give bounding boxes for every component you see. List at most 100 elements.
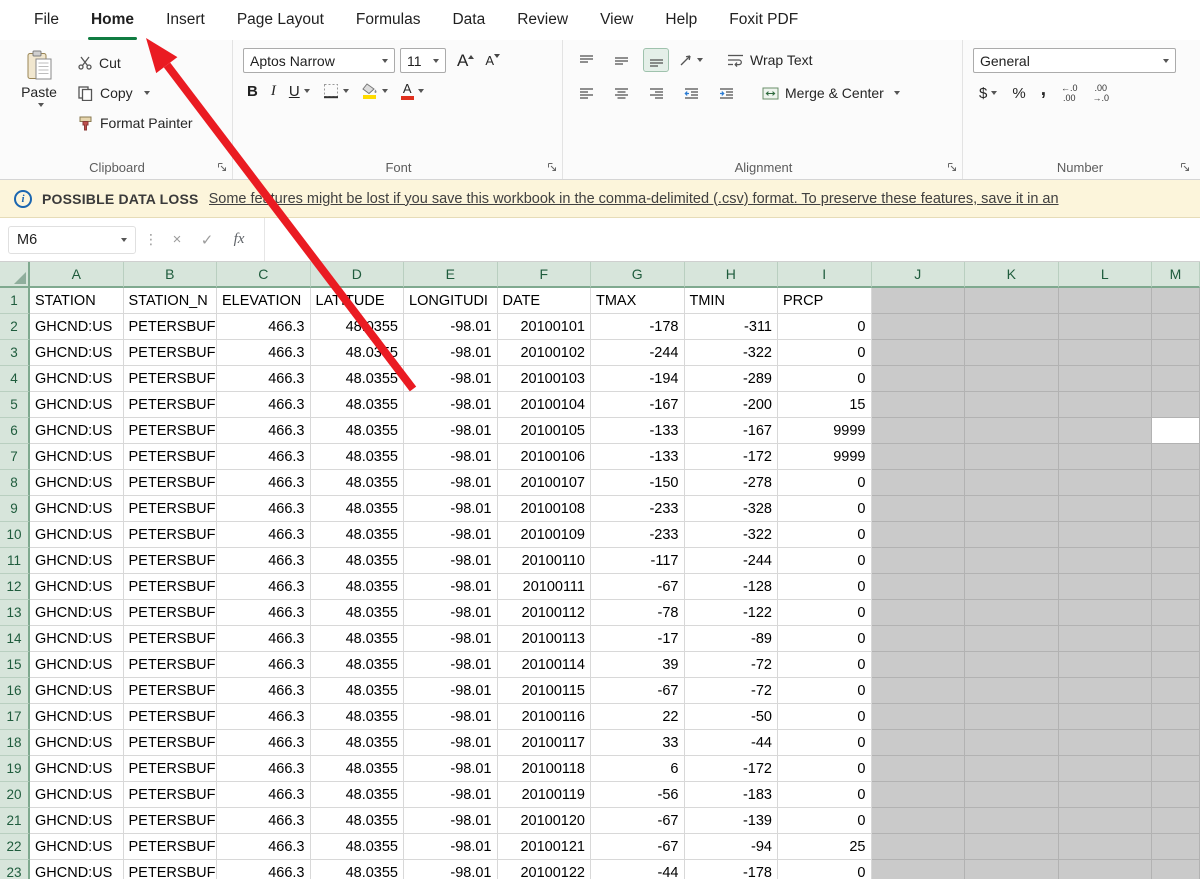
cell-C1[interactable]: ELEVATION <box>217 288 311 314</box>
cell-K16[interactable] <box>965 678 1059 704</box>
cell-A15[interactable]: GHCND:US <box>30 652 124 678</box>
cell-J5[interactable] <box>872 392 966 418</box>
cell-C11[interactable]: 466.3 <box>217 548 311 574</box>
row-header-9[interactable]: 9 <box>0 496 30 522</box>
cell-F19[interactable]: 20100118 <box>498 756 592 782</box>
cell-C17[interactable]: 466.3 <box>217 704 311 730</box>
cell-B17[interactable]: PETERSBUF <box>124 704 218 730</box>
cell-B5[interactable]: PETERSBUF <box>124 392 218 418</box>
decrease-indent-button[interactable] <box>678 81 704 105</box>
cell-A12[interactable]: GHCND:US <box>30 574 124 600</box>
decrease-font-size-button[interactable]: A <box>485 53 500 68</box>
cell-B20[interactable]: PETERSBUF <box>124 782 218 808</box>
row-header-7[interactable]: 7 <box>0 444 30 470</box>
cell-A17[interactable]: GHCND:US <box>30 704 124 730</box>
cell-J4[interactable] <box>872 366 966 392</box>
cell-I10[interactable]: 0 <box>778 522 872 548</box>
cell-J1[interactable] <box>872 288 966 314</box>
cell-D1[interactable]: LATITUDE <box>311 288 405 314</box>
cell-D17[interactable]: 48.0355 <box>311 704 405 730</box>
cell-F12[interactable]: 20100111 <box>498 574 592 600</box>
cell-L22[interactable] <box>1059 834 1153 860</box>
cell-F4[interactable]: 20100103 <box>498 366 592 392</box>
row-header-17[interactable]: 17 <box>0 704 30 730</box>
cell-E8[interactable]: -98.01 <box>404 470 498 496</box>
cell-F3[interactable]: 20100102 <box>498 340 592 366</box>
cell-B7[interactable]: PETERSBUF <box>124 444 218 470</box>
cell-H11[interactable]: -244 <box>685 548 779 574</box>
cell-K17[interactable] <box>965 704 1059 730</box>
row-header-5[interactable]: 5 <box>0 392 30 418</box>
cell-J17[interactable] <box>872 704 966 730</box>
cell-A11[interactable]: GHCND:US <box>30 548 124 574</box>
column-header-A[interactable]: A <box>30 262 124 288</box>
cell-H9[interactable]: -328 <box>685 496 779 522</box>
cell-A18[interactable]: GHCND:US <box>30 730 124 756</box>
cell-K8[interactable] <box>965 470 1059 496</box>
bold-button[interactable]: B <box>247 83 258 100</box>
cell-H2[interactable]: -311 <box>685 314 779 340</box>
cell-M13[interactable] <box>1152 600 1200 626</box>
row-header-8[interactable]: 8 <box>0 470 30 496</box>
cell-D16[interactable]: 48.0355 <box>311 678 405 704</box>
cell-J11[interactable] <box>872 548 966 574</box>
cell-C12[interactable]: 466.3 <box>217 574 311 600</box>
column-header-G[interactable]: G <box>591 262 685 288</box>
cell-L5[interactable] <box>1059 392 1153 418</box>
cell-F10[interactable]: 20100109 <box>498 522 592 548</box>
cell-K14[interactable] <box>965 626 1059 652</box>
column-header-E[interactable]: E <box>404 262 498 288</box>
cell-B6[interactable]: PETERSBUF <box>124 418 218 444</box>
cell-I23[interactable]: 0 <box>778 860 872 879</box>
orientation-button[interactable] <box>678 48 704 72</box>
cell-L11[interactable] <box>1059 548 1153 574</box>
cell-H10[interactable]: -322 <box>685 522 779 548</box>
cell-C18[interactable]: 466.3 <box>217 730 311 756</box>
cell-A21[interactable]: GHCND:US <box>30 808 124 834</box>
row-header-21[interactable]: 21 <box>0 808 30 834</box>
column-header-M[interactable]: M <box>1152 262 1200 288</box>
cell-D6[interactable]: 48.0355 <box>311 418 405 444</box>
cell-E23[interactable]: -98.01 <box>404 860 498 879</box>
cell-B23[interactable]: PETERSBUF <box>124 860 218 879</box>
cell-I6[interactable]: 9999 <box>778 418 872 444</box>
cell-J19[interactable] <box>872 756 966 782</box>
underline-button[interactable]: U <box>289 83 310 100</box>
cell-I18[interactable]: 0 <box>778 730 872 756</box>
cell-H13[interactable]: -122 <box>685 600 779 626</box>
cell-I7[interactable]: 9999 <box>778 444 872 470</box>
tab-help[interactable]: Help <box>649 0 713 40</box>
cell-F9[interactable]: 20100108 <box>498 496 592 522</box>
column-header-F[interactable]: F <box>498 262 592 288</box>
cell-I19[interactable]: 0 <box>778 756 872 782</box>
cell-H23[interactable]: -178 <box>685 860 779 879</box>
cell-I16[interactable]: 0 <box>778 678 872 704</box>
cell-H16[interactable]: -72 <box>685 678 779 704</box>
cell-C14[interactable]: 466.3 <box>217 626 311 652</box>
column-header-J[interactable]: J <box>872 262 966 288</box>
font-dialog-launcher-icon[interactable] <box>547 162 557 172</box>
cell-I14[interactable]: 0 <box>778 626 872 652</box>
enter-icon[interactable]: ✓ <box>196 231 218 249</box>
percent-style-button[interactable]: % <box>1012 85 1025 102</box>
cell-H18[interactable]: -44 <box>685 730 779 756</box>
cell-H3[interactable]: -322 <box>685 340 779 366</box>
cell-L17[interactable] <box>1059 704 1153 730</box>
cell-B10[interactable]: PETERSBUF <box>124 522 218 548</box>
column-header-K[interactable]: K <box>965 262 1059 288</box>
cell-F21[interactable]: 20100120 <box>498 808 592 834</box>
cell-E13[interactable]: -98.01 <box>404 600 498 626</box>
cell-J9[interactable] <box>872 496 966 522</box>
cell-K15[interactable] <box>965 652 1059 678</box>
cell-L18[interactable] <box>1059 730 1153 756</box>
middle-align-button[interactable] <box>608 48 634 72</box>
cell-M1[interactable] <box>1152 288 1200 314</box>
cell-B12[interactable]: PETERSBUF <box>124 574 218 600</box>
cell-L6[interactable] <box>1059 418 1153 444</box>
cell-D13[interactable]: 48.0355 <box>311 600 405 626</box>
cell-K3[interactable] <box>965 340 1059 366</box>
cell-F14[interactable]: 20100113 <box>498 626 592 652</box>
cell-C9[interactable]: 466.3 <box>217 496 311 522</box>
cell-K11[interactable] <box>965 548 1059 574</box>
font-name-select[interactable]: Aptos Narrow <box>243 48 395 73</box>
